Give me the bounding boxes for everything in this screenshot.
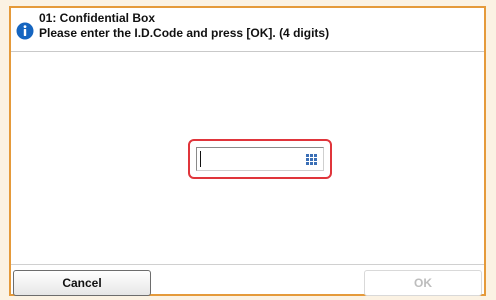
cancel-button[interactable]: Cancel <box>13 270 151 296</box>
screen-background: 01: Confidential Box Please enter the I.… <box>0 0 496 300</box>
dialog-header: 01: Confidential Box Please enter the I.… <box>11 8 484 52</box>
keypad-icon[interactable] <box>306 154 317 165</box>
text-cursor <box>200 151 201 167</box>
ok-button[interactable]: OK <box>364 270 482 296</box>
id-code-input[interactable] <box>196 147 324 171</box>
info-icon <box>16 22 34 40</box>
id-code-input-highlight <box>188 139 332 179</box>
dialog-message: Please enter the I.D.Code and press [OK]… <box>39 26 330 40</box>
confidential-box-dialog: 01: Confidential Box Please enter the I.… <box>9 6 486 296</box>
footer-divider <box>11 264 484 265</box>
dialog-title: 01: Confidential Box <box>39 11 156 25</box>
